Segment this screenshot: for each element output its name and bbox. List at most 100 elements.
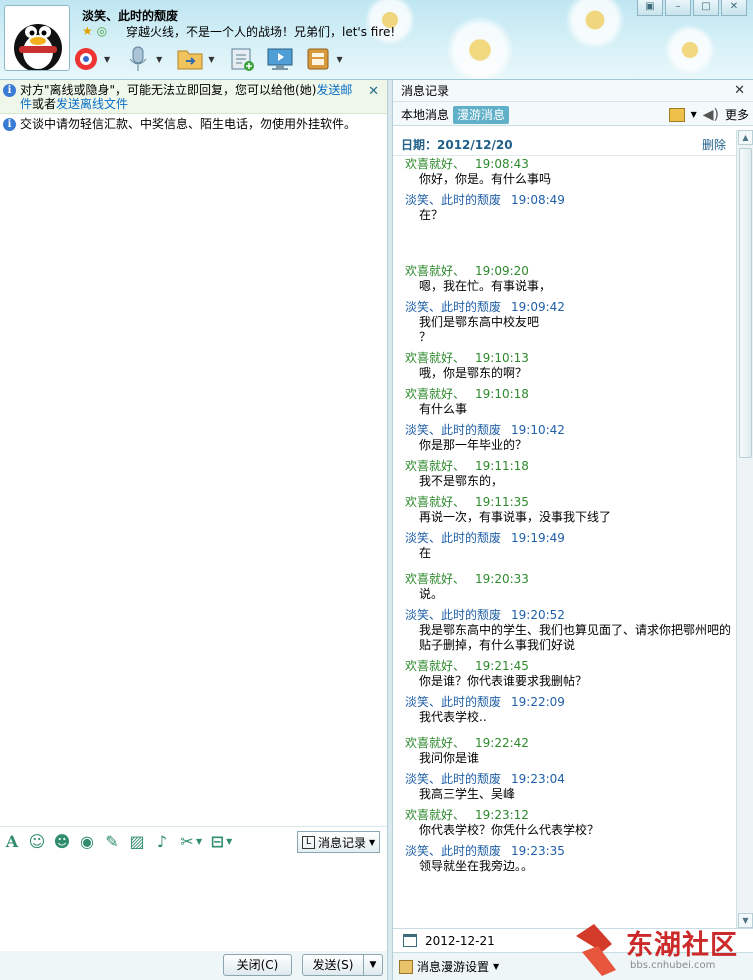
chevron-down-icon[interactable]: ▼ xyxy=(336,55,342,64)
scroll-up-button[interactable]: ▲ xyxy=(738,130,753,145)
chevron-down-icon[interactable]: ▼ xyxy=(196,837,202,846)
message-text: 你好，你是。有什么事吗 xyxy=(419,172,552,186)
create-discussion-button[interactable] xyxy=(226,44,258,74)
music-icon[interactable]: ♪ xyxy=(152,832,172,852)
message-time: 19:08:49 xyxy=(511,193,565,207)
maximize-button[interactable]: □ xyxy=(693,0,719,16)
export-icon[interactable] xyxy=(668,107,685,122)
message-header: 淡笑、此时的颓废 19:20:52 xyxy=(405,607,736,623)
send-file-button[interactable] xyxy=(174,44,206,74)
screenshot-scissors-icon[interactable]: ✂ xyxy=(177,832,197,852)
chevron-down-icon[interactable]: ▼ xyxy=(226,837,232,846)
shake-icon[interactable]: ◉ xyxy=(77,832,97,852)
chevron-down-icon[interactable]: ▼ xyxy=(156,55,162,64)
video-camera-icon xyxy=(75,48,97,70)
handwriting-icon[interactable]: ✎ xyxy=(102,832,122,852)
message-sender[interactable]: 淡笑、此时的颓废 xyxy=(405,193,501,207)
flower-decoration xyxy=(560,0,630,55)
tab-roaming-messages[interactable]: 漫游消息 xyxy=(453,106,510,124)
message-sender[interactable]: 淡笑、此时的颓废 xyxy=(405,695,501,709)
message-text: 我不是鄂东的， xyxy=(419,474,504,488)
message-sender[interactable]: 欢喜就好、 xyxy=(405,659,465,673)
roaming-settings-button[interactable]: 消息漫游设置 xyxy=(417,958,489,975)
message-sender[interactable]: 淡笑、此时的颓废 xyxy=(405,844,501,858)
close-icon[interactable]: ✕ xyxy=(368,85,379,99)
delete-link[interactable]: 删除 xyxy=(702,136,726,153)
scroll-down-button[interactable]: ▼ xyxy=(738,913,753,928)
scrollbar[interactable]: ▲ ▼ xyxy=(736,130,753,928)
tab-local-messages[interactable]: 本地消息 xyxy=(397,106,453,124)
calendar-icon[interactable] xyxy=(403,934,417,947)
message-sender[interactable]: 欢喜就好、 xyxy=(405,264,465,278)
emoji-icon[interactable]: ☺ xyxy=(27,832,47,852)
message-sender[interactable]: 淡笑、此时的颓废 xyxy=(405,531,501,545)
info-icon: i xyxy=(3,84,16,97)
message-sender[interactable]: 欢喜就好、 xyxy=(405,351,465,365)
message-text: 我代表学校.. xyxy=(419,710,487,724)
chat-panel: i 对方"离线或隐身"，可能无法立即回复，您可以给他(她)发送邮件或者发送离线文… xyxy=(0,80,387,980)
message-header: 欢喜就好、 19:21:45 xyxy=(405,658,736,674)
contact-signature: 穿越火线，不是一个人的战场！兄弟们，let's fire! xyxy=(126,25,396,39)
message-history-button[interactable]: L 消息记录 ▼ xyxy=(297,831,380,853)
close-icon[interactable]: ✕ xyxy=(734,80,745,102)
voice-call-button[interactable] xyxy=(122,44,154,74)
message-sender[interactable]: 欢喜就好、 xyxy=(405,808,465,822)
chevron-down-icon: ▼ xyxy=(369,960,377,970)
speaker-icon[interactable]: ◀) xyxy=(703,107,719,123)
message-sender[interactable]: 欢喜就好、 xyxy=(405,572,465,586)
chevron-down-icon[interactable]: ▼ xyxy=(691,110,697,119)
send-button[interactable]: 发送(S) xyxy=(302,954,364,976)
chevron-up-icon: ▲ xyxy=(742,133,749,142)
chevron-down-icon[interactable]: ▼ xyxy=(104,55,110,64)
scrollbar-thumb[interactable] xyxy=(739,148,752,458)
message-text: 有什么事 xyxy=(419,402,468,416)
message-history-label: 消息记录 xyxy=(318,835,367,850)
avatar[interactable] xyxy=(4,5,70,71)
close-button[interactable]: 关闭(C) xyxy=(223,954,292,976)
message-time: 19:09:20 xyxy=(475,264,529,278)
toolbox-icon[interactable]: ⊟ xyxy=(207,832,227,852)
skin-button[interactable]: ▣ xyxy=(637,0,663,16)
app-button[interactable] xyxy=(302,44,334,74)
message-history-panel: 消息记录 ✕ 本地消息 漫游消息 ▼ ◀) 更多 日期：2012/12/20 删… xyxy=(393,80,753,980)
font-icon[interactable]: A xyxy=(2,832,22,852)
message-sender[interactable]: 欢喜就好、 xyxy=(405,157,465,171)
chevron-down-icon[interactable]: ▼ xyxy=(493,962,499,971)
message-time: 19:20:33 xyxy=(475,572,529,586)
chevron-down-icon[interactable]: ▼ xyxy=(208,55,214,64)
message-text: 在？ xyxy=(419,208,444,222)
security-notice: i 交谈中请勿轻信汇款、中奖信息、陌生电话，勿使用外挂软件。 xyxy=(0,116,387,134)
message-display-area[interactable] xyxy=(0,136,387,826)
send-options-button[interactable]: ▼ xyxy=(363,954,383,976)
message-time: 19:08:43 xyxy=(475,157,529,171)
history-title-text: 消息记录 xyxy=(401,84,450,98)
message-time: 19:19:49 xyxy=(511,531,565,545)
message-sender[interactable]: 欢喜就好、 xyxy=(405,736,465,750)
qzone-icon: ◎ xyxy=(96,24,108,38)
date-picker-bar: 2012-12-21 xyxy=(393,928,753,952)
message-text: 嗯，我在忙。有事说事， xyxy=(419,279,552,293)
date-picker-value[interactable]: 2012-12-21 xyxy=(425,934,495,948)
settings-icon xyxy=(399,959,413,974)
magic-face-icon[interactable]: ☻ xyxy=(52,832,72,852)
message-sender[interactable]: 欢喜就好、 xyxy=(405,495,465,509)
message-input[interactable] xyxy=(0,857,387,951)
video-call-button[interactable] xyxy=(70,44,102,74)
send-offline-file-link[interactable]: 发送离线文件 xyxy=(56,97,128,111)
message-sender[interactable]: 淡笑、此时的颓废 xyxy=(405,608,501,622)
close-window-button[interactable]: ✕ xyxy=(721,0,747,16)
more-button[interactable]: 更多 xyxy=(725,106,749,123)
message-sender[interactable]: 淡笑、此时的颓废 xyxy=(405,772,501,786)
image-icon[interactable]: ▨ xyxy=(127,832,147,852)
skin-icon: ▣ xyxy=(645,1,655,12)
minimize-button[interactable]: – xyxy=(665,0,691,16)
message-sender[interactable]: 淡笑、此时的颓废 xyxy=(405,423,501,437)
message-sender[interactable]: 淡笑、此时的颓废 xyxy=(405,300,501,314)
message-text: 领导就坐在我旁边。。 xyxy=(419,859,534,873)
message-text: 在 xyxy=(419,546,432,560)
message-header: 欢喜就好、 19:23:12 xyxy=(405,807,736,823)
message-header: 欢喜就好、 19:10:13 xyxy=(405,350,736,366)
message-sender[interactable]: 欢喜就好、 xyxy=(405,459,465,473)
message-sender[interactable]: 欢喜就好、 xyxy=(405,387,465,401)
remote-assist-button[interactable] xyxy=(264,44,296,74)
